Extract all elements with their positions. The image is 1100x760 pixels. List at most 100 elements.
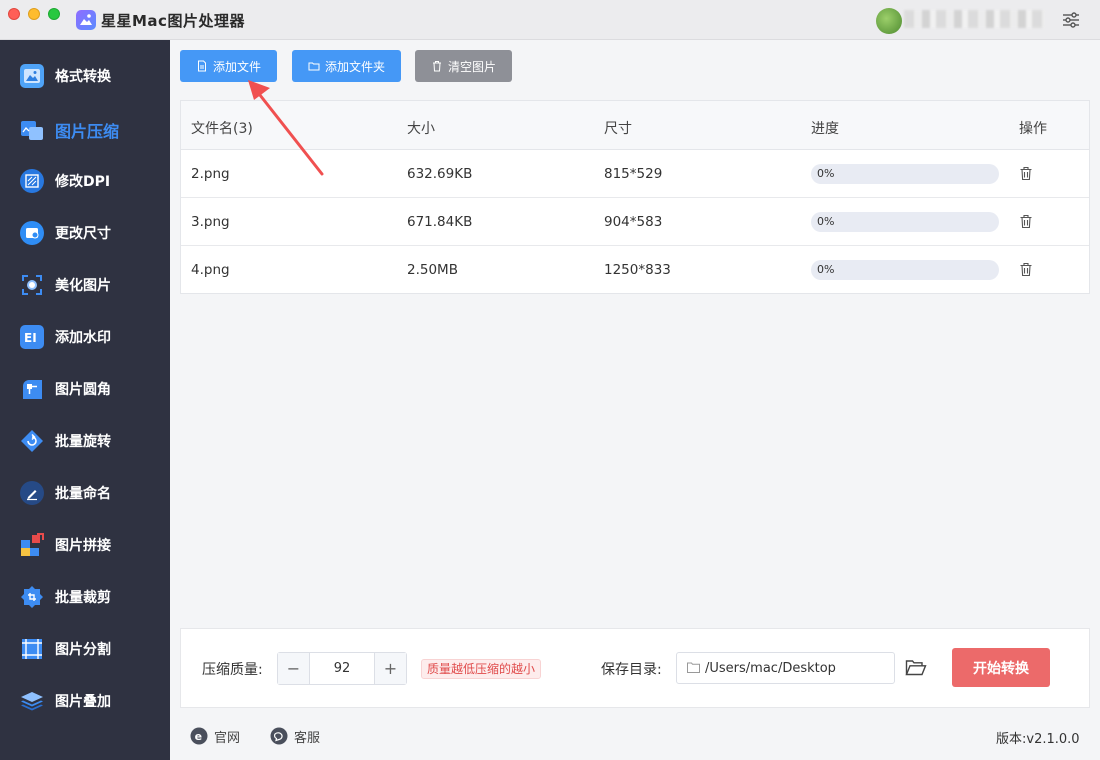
sidebar-item-image-compress[interactable]: 图片压缩 — [0, 108, 170, 152]
delete-row-icon[interactable] — [1019, 262, 1033, 277]
sidebar-item-label: 图片拼接 — [55, 538, 111, 554]
file-name: 4.png — [191, 262, 230, 278]
progress-bar: 0% — [811, 164, 999, 184]
app-logo-icon — [76, 10, 96, 30]
quality-decrease-button[interactable]: − — [278, 653, 310, 684]
sidebar-item-resize[interactable]: 更改尺寸 — [0, 211, 170, 255]
image-compress-icon — [20, 118, 44, 142]
rounded-corner-icon — [20, 377, 44, 401]
version-label: 版本:v2.1.0.0 — [996, 732, 1080, 747]
svg-text:e: e — [195, 730, 202, 743]
quality-increase-button[interactable]: + — [374, 653, 406, 684]
table-header: 文件名(3) 大小 尺寸 进度 操作 — [181, 101, 1089, 150]
stitch-icon — [20, 533, 44, 557]
sidebar-item-label: 图片分割 — [55, 642, 111, 658]
quality-hint-badge: 质量越低压缩的越小 — [421, 659, 542, 679]
sidebar-item-label: 批量命名 — [55, 486, 111, 502]
table-row[interactable]: 3.png 671.84KB 904*583 0% — [181, 198, 1089, 246]
sidebar: 格式转换 图片压缩 修改DPI 更改尺寸 美化图片 EI 添加水印 图片圆角 批… — [0, 40, 170, 760]
sidebar-item-stitch[interactable]: 图片拼接 — [0, 523, 170, 567]
sidebar-item-dpi[interactable]: 修改DPI — [0, 159, 170, 203]
user-name-redacted — [904, 10, 1046, 28]
sidebar-item-beautify[interactable]: 美化图片 — [0, 263, 170, 307]
window-minimize-button[interactable] — [28, 8, 40, 20]
start-convert-button[interactable]: 开始转换 — [952, 648, 1050, 687]
user-avatar[interactable] — [876, 8, 902, 34]
sidebar-item-label: 格式转换 — [55, 69, 111, 85]
rotate-icon — [20, 429, 44, 453]
sidebar-item-label: 批量裁剪 — [55, 590, 111, 606]
resize-icon — [20, 221, 44, 245]
settings-sliders-icon[interactable] — [1060, 9, 1082, 31]
overlay-icon — [20, 689, 44, 713]
customer-service-link[interactable]: 客服 — [270, 726, 320, 746]
save-directory-field[interactable] — [676, 652, 895, 684]
sidebar-item-crop[interactable]: 批量裁剪 — [0, 575, 170, 619]
progress-bar: 0% — [811, 260, 999, 280]
add-file-button[interactable]: 添加文件 — [180, 50, 277, 82]
sidebar-item-split[interactable]: 图片分割 — [0, 627, 170, 671]
app-title: 星星Mac图片处理器 — [101, 12, 245, 30]
trash-icon — [432, 61, 441, 72]
sidebar-item-rounded-corner[interactable]: 图片圆角 — [0, 367, 170, 411]
delete-row-icon[interactable] — [1019, 166, 1033, 181]
beautify-icon — [20, 273, 44, 297]
table-row[interactable]: 4.png 2.50MB 1250*833 0% — [181, 246, 1089, 294]
add-folder-label: 添加文件夹 — [324, 59, 385, 74]
folder-icon — [308, 62, 320, 71]
quality-label: 压缩质量: — [202, 662, 263, 678]
sidebar-item-label: 图片叠加 — [55, 694, 111, 710]
column-header-size: 大小 — [407, 121, 435, 137]
file-size: 671.84KB — [407, 214, 473, 230]
sidebar-item-format-convert[interactable]: 格式转换 — [0, 54, 170, 98]
file-size: 632.69KB — [407, 166, 473, 182]
sidebar-item-label: 图片压缩 — [55, 122, 120, 141]
sidebar-item-label: 批量旋转 — [55, 434, 111, 450]
window-maximize-button[interactable] — [48, 8, 60, 20]
website-label: 官网 — [214, 730, 241, 746]
website-e-icon: e — [190, 727, 208, 745]
file-name: 2.png — [191, 166, 230, 182]
progress-text: 0% — [817, 263, 835, 276]
save-directory-input[interactable] — [705, 653, 891, 683]
folder-open-icon[interactable] — [905, 659, 927, 677]
sidebar-item-rename[interactable]: 批量命名 — [0, 471, 170, 515]
file-table: 文件名(3) 大小 尺寸 进度 操作 2.png 632.69KB 815*52… — [180, 100, 1090, 294]
delete-row-icon[interactable] — [1019, 214, 1033, 229]
sidebar-item-overlay[interactable]: 图片叠加 — [0, 679, 170, 723]
sidebar-item-label: 更改尺寸 — [55, 226, 111, 242]
split-icon — [20, 637, 44, 661]
file-size: 2.50MB — [407, 262, 458, 278]
file-icon — [197, 60, 206, 72]
clear-images-button[interactable]: 清空图片 — [415, 50, 512, 82]
sidebar-item-rotate[interactable]: 批量旋转 — [0, 419, 170, 463]
column-header-dimensions: 尺寸 — [604, 121, 632, 137]
sidebar-item-watermark[interactable]: EI 添加水印 — [0, 315, 170, 359]
clear-images-label: 清空图片 — [447, 59, 496, 74]
rename-icon — [20, 481, 44, 505]
progress-text: 0% — [817, 215, 835, 228]
column-header-actions: 操作 — [1019, 121, 1047, 137]
sidebar-item-label: 添加水印 — [55, 330, 111, 346]
save-directory-label: 保存目录: — [601, 662, 662, 678]
column-header-filename: 文件名(3) — [191, 121, 253, 137]
customer-service-label: 客服 — [294, 730, 321, 746]
sidebar-item-label: 修改DPI — [55, 174, 111, 190]
compression-settings-panel: 压缩质量: − + 质量越低压缩的越小 保存目录: 开始转换 — [180, 628, 1090, 708]
file-dimensions: 815*529 — [604, 166, 663, 182]
title-bar: 星星Mac图片处理器 — [0, 0, 1100, 40]
add-folder-button[interactable]: 添加文件夹 — [292, 50, 401, 82]
sidebar-item-label: 图片圆角 — [55, 382, 111, 398]
chat-bubble-icon — [270, 727, 288, 745]
file-dimensions: 1250*833 — [604, 262, 671, 278]
sidebar-item-label: 美化图片 — [55, 278, 111, 294]
website-link[interactable]: e 官网 — [190, 726, 240, 746]
quality-input[interactable] — [310, 653, 374, 684]
quality-stepper: − + — [277, 652, 407, 685]
watermark-icon: EI — [20, 325, 44, 349]
crop-icon — [20, 585, 44, 609]
window-close-button[interactable] — [8, 8, 20, 20]
table-row[interactable]: 2.png 632.69KB 815*529 0% — [181, 150, 1089, 198]
progress-bar: 0% — [811, 212, 999, 232]
add-file-label: 添加文件 — [212, 59, 261, 74]
